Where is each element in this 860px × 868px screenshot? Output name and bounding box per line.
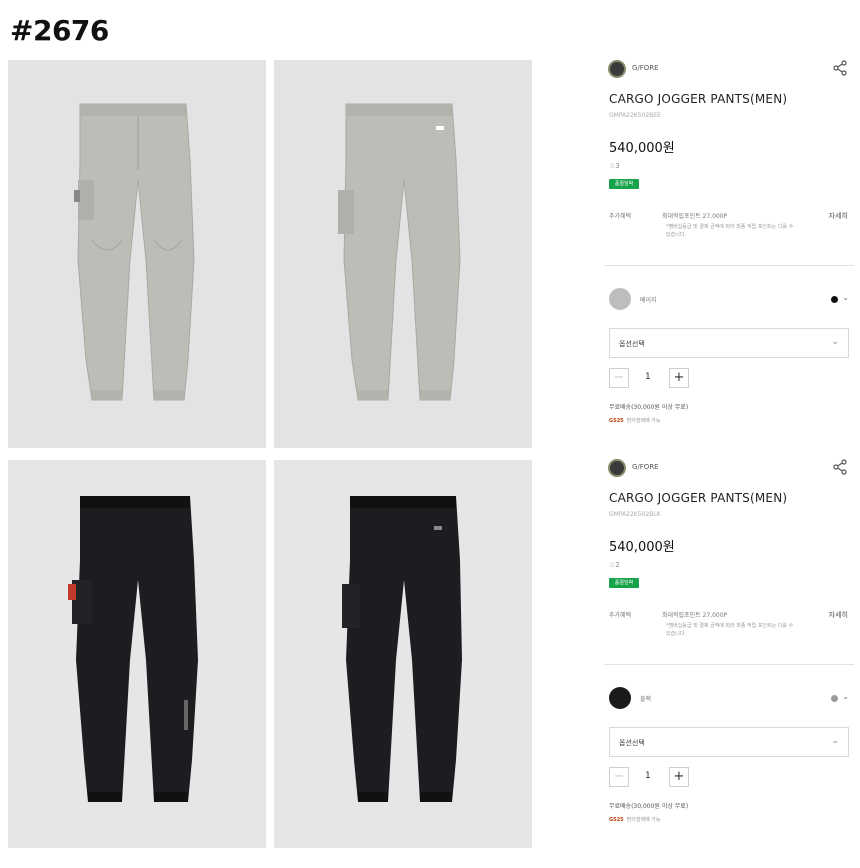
brand-logo-icon[interactable]	[608, 459, 626, 477]
shipping-info: 무료배송(30,000원 이상 무료)	[609, 803, 689, 810]
brand-row: G/FORE	[604, 56, 854, 82]
color-name: 블랙	[640, 696, 652, 703]
product-photo-beige-front[interactable]	[8, 60, 266, 448]
listing-code: #2676	[10, 14, 109, 47]
option-select-placeholder: 옵션선택	[619, 739, 645, 747]
chevron-down-icon: ⌄	[831, 337, 839, 347]
qty-increase-button[interactable]: +	[669, 368, 689, 388]
brand-name[interactable]: G/FORE	[632, 64, 659, 72]
chevron-down-icon: ⌄	[831, 736, 839, 746]
shipping-info: 무료배송(30,000원 이상 무료)	[609, 404, 689, 411]
color-selector[interactable]: 블랙 ⌄	[604, 683, 854, 727]
color-swatch[interactable]	[609, 687, 631, 709]
benefit-label: 추가혜택	[609, 213, 632, 220]
color-selector[interactable]: 베이지 ⌄	[604, 284, 854, 328]
max-point: 최대적립포인트 27,000P	[662, 213, 728, 220]
product-panel-beige: G/FORE CARGO JOGGER PANTS(MEN) GMPA22K50…	[604, 56, 854, 424]
product-photo-black-front[interactable]	[8, 460, 266, 848]
product-price: 540,000원	[609, 540, 675, 555]
brand-logo-icon[interactable]	[608, 60, 626, 78]
benefit-label: 추가혜택	[609, 612, 632, 619]
qty-decrease-button[interactable]: −	[609, 767, 629, 787]
product-name: CARGO JOGGER PANTS(MEN)	[609, 92, 788, 106]
shipping-sub: GS25 편의점택배 가능	[609, 417, 854, 424]
point-note: *멤버십등급 및 결제 금액에 따라 최종 적립 포인트는 다를 수 있습니다.	[666, 224, 794, 238]
pants-back-image	[338, 103, 461, 401]
product-photo-black-back[interactable]	[274, 460, 532, 848]
product-price: 540,000원	[609, 141, 675, 156]
product-panel-black: G/FORE CARGO JOGGER PANTS(MEN) GMPA22K50…	[604, 455, 854, 823]
detail-link[interactable]: 자세히	[829, 211, 848, 221]
chevron-down-icon[interactable]: ⌄	[842, 692, 849, 701]
shipping-sub-text: 편의점택배 가능	[626, 418, 661, 424]
qty-value: 1	[645, 372, 651, 382]
color-swatch[interactable]	[609, 288, 631, 310]
pants-back-image	[342, 496, 462, 802]
divider	[604, 265, 854, 266]
review-rating[interactable]: ☆2	[609, 561, 854, 569]
review-rating[interactable]: ☆3	[609, 162, 854, 170]
option-select[interactable]: 옵션선택 ⌄	[609, 727, 849, 757]
status-badge: 품절임박	[609, 179, 639, 189]
max-point: 최대적립포인트 27,000P	[662, 612, 728, 619]
option-select[interactable]: 옵션선택 ⌄	[609, 328, 849, 358]
share-icon[interactable]	[832, 459, 848, 475]
chevron-down-icon[interactable]: ⌄	[842, 293, 849, 302]
pants-front-image	[68, 496, 198, 802]
quantity-stepper: − 1 +	[609, 368, 854, 390]
pants-front-image	[74, 103, 195, 401]
product-code: GMPA22K502BLK	[609, 511, 661, 518]
product-photo-beige-back[interactable]	[274, 60, 532, 448]
point-note: *멤버십등급 및 결제 금액에 따라 최종 적립 포인트는 다를 수 있습니다.	[666, 623, 794, 637]
status-badge: 품절임박	[609, 578, 639, 588]
detail-link[interactable]: 자세히	[829, 610, 848, 620]
benefit-row: 추가혜택 최대적립포인트 27,000P *멤버십등급 및 결제 금액에 따라 …	[604, 211, 854, 259]
option-select-placeholder: 옵션선택	[619, 340, 645, 348]
shipping-sub-text: 편의점택배 가능	[626, 817, 661, 823]
color-dot-icon	[831, 296, 838, 303]
color-dot-icon	[831, 695, 838, 702]
qty-decrease-button[interactable]: −	[609, 368, 629, 388]
benefit-row: 추가혜택 최대적립포인트 27,000P *멤버십등급 및 결제 금액에 따라 …	[604, 610, 854, 658]
color-name: 베이지	[640, 297, 657, 304]
brand-row: G/FORE	[604, 455, 854, 481]
gs25-logo-icon: GS25	[609, 817, 624, 823]
qty-increase-button[interactable]: +	[669, 767, 689, 787]
product-name: CARGO JOGGER PANTS(MEN)	[609, 491, 788, 505]
brand-name[interactable]: G/FORE	[632, 463, 659, 471]
product-code: GMPA22K502BEE	[609, 112, 661, 119]
share-icon[interactable]	[832, 60, 848, 76]
shipping-sub: GS25 편의점택배 가능	[609, 816, 854, 823]
divider	[604, 664, 854, 665]
quantity-stepper: − 1 +	[609, 767, 854, 789]
qty-value: 1	[645, 771, 651, 781]
gs25-logo-icon: GS25	[609, 418, 624, 424]
